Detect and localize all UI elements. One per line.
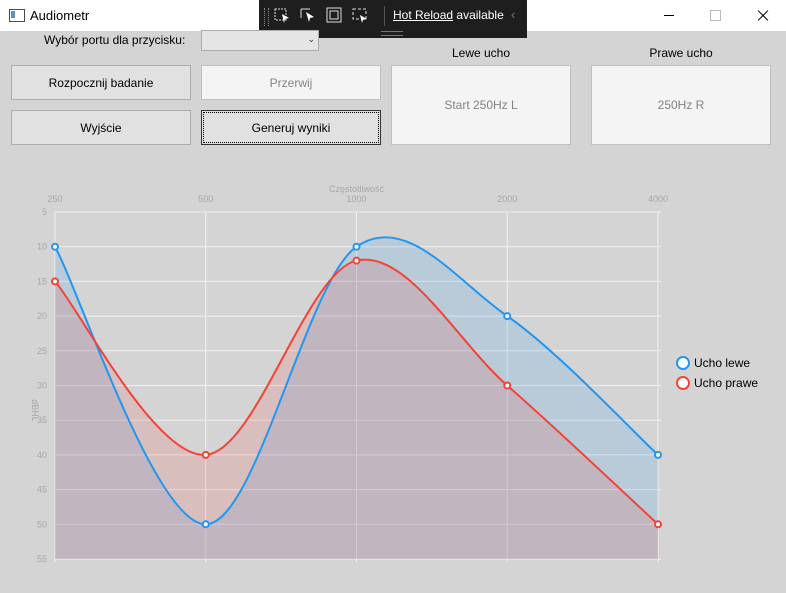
y-tick-label: 50: [37, 519, 47, 529]
track-focus-icon[interactable]: [351, 6, 369, 24]
y-tick-label: 30: [37, 381, 47, 391]
y-tick-label: 20: [37, 311, 47, 321]
hot-reload-status: Hot Reload available: [393, 8, 504, 22]
y-tick-label: 5: [42, 207, 47, 217]
grip-icon[interactable]: [264, 8, 269, 26]
data-point: [51, 277, 59, 286]
data-point: [51, 242, 59, 251]
y-tick-label: 25: [37, 346, 47, 356]
left-ear-header: Lewe ucho: [451, 46, 511, 60]
x-tick-label: 500: [198, 194, 213, 204]
data-point: [503, 312, 512, 321]
start-test-button[interactable]: Rozpocznij badanie: [11, 65, 191, 100]
data-point: [503, 381, 512, 390]
x-tick-label: 4000: [648, 194, 668, 204]
y-tick-label: 15: [37, 276, 47, 286]
right-ear-button[interactable]: 250Hz R: [591, 65, 771, 145]
data-point: [201, 450, 210, 459]
toolbar-drag-handle[interactable]: [381, 31, 403, 36]
hot-reload-link[interactable]: Hot Reload: [393, 8, 453, 22]
x-tick-label: 250: [47, 194, 62, 204]
data-point: [654, 520, 662, 529]
select-element-icon[interactable]: [273, 6, 291, 24]
legend-label-right: Ucho prawe: [694, 376, 759, 390]
close-button[interactable]: [740, 0, 786, 31]
toolbar-separator: [384, 6, 385, 26]
legend-marker-right: [676, 376, 690, 390]
window-title: Audiometr: [30, 8, 90, 23]
maximize-button[interactable]: [692, 0, 738, 31]
layout-adorner-icon[interactable]: [325, 6, 343, 24]
data-point: [352, 256, 361, 265]
y-axis-label: dBHL: [30, 399, 40, 422]
port-label: Wybór portu dla przycisku:: [44, 33, 186, 47]
x-tick-label: 1000: [346, 194, 366, 204]
app-icon: [9, 9, 25, 22]
data-point: [201, 520, 210, 529]
left-ear-button[interactable]: Start 250Hz L: [391, 65, 571, 145]
y-tick-label: 40: [37, 450, 47, 460]
audiogram-chart: 510152025303540455055250 500 1000 2000 4000C…: [30, 184, 668, 564]
generate-results-button[interactable]: Generuj wyniki: [201, 110, 381, 145]
legend-marker-left: [676, 356, 690, 370]
collapse-chevron-icon[interactable]: ‹: [511, 7, 515, 22]
data-point: [352, 242, 361, 251]
pointer-icon[interactable]: [299, 6, 317, 24]
y-tick-label: 55: [37, 554, 47, 564]
hot-reload-suffix: available: [456, 8, 504, 22]
legend-label-left: Ucho lewe: [694, 356, 751, 370]
y-tick-label: 10: [37, 242, 47, 252]
x-tick-label: 2000: [497, 194, 517, 204]
minimize-button[interactable]: [646, 0, 692, 31]
x-axis-label: Częstotliwość: [329, 184, 385, 194]
port-select[interactable]: ⌄: [201, 30, 319, 51]
y-tick-label: 45: [37, 485, 47, 495]
exit-button[interactable]: Wyjście: [11, 110, 191, 145]
abort-button[interactable]: Przerwij: [201, 65, 381, 100]
data-point: [654, 450, 662, 459]
chevron-down-icon: ⌄: [307, 34, 315, 44]
right-ear-header: Prawe ucho: [649, 46, 713, 60]
